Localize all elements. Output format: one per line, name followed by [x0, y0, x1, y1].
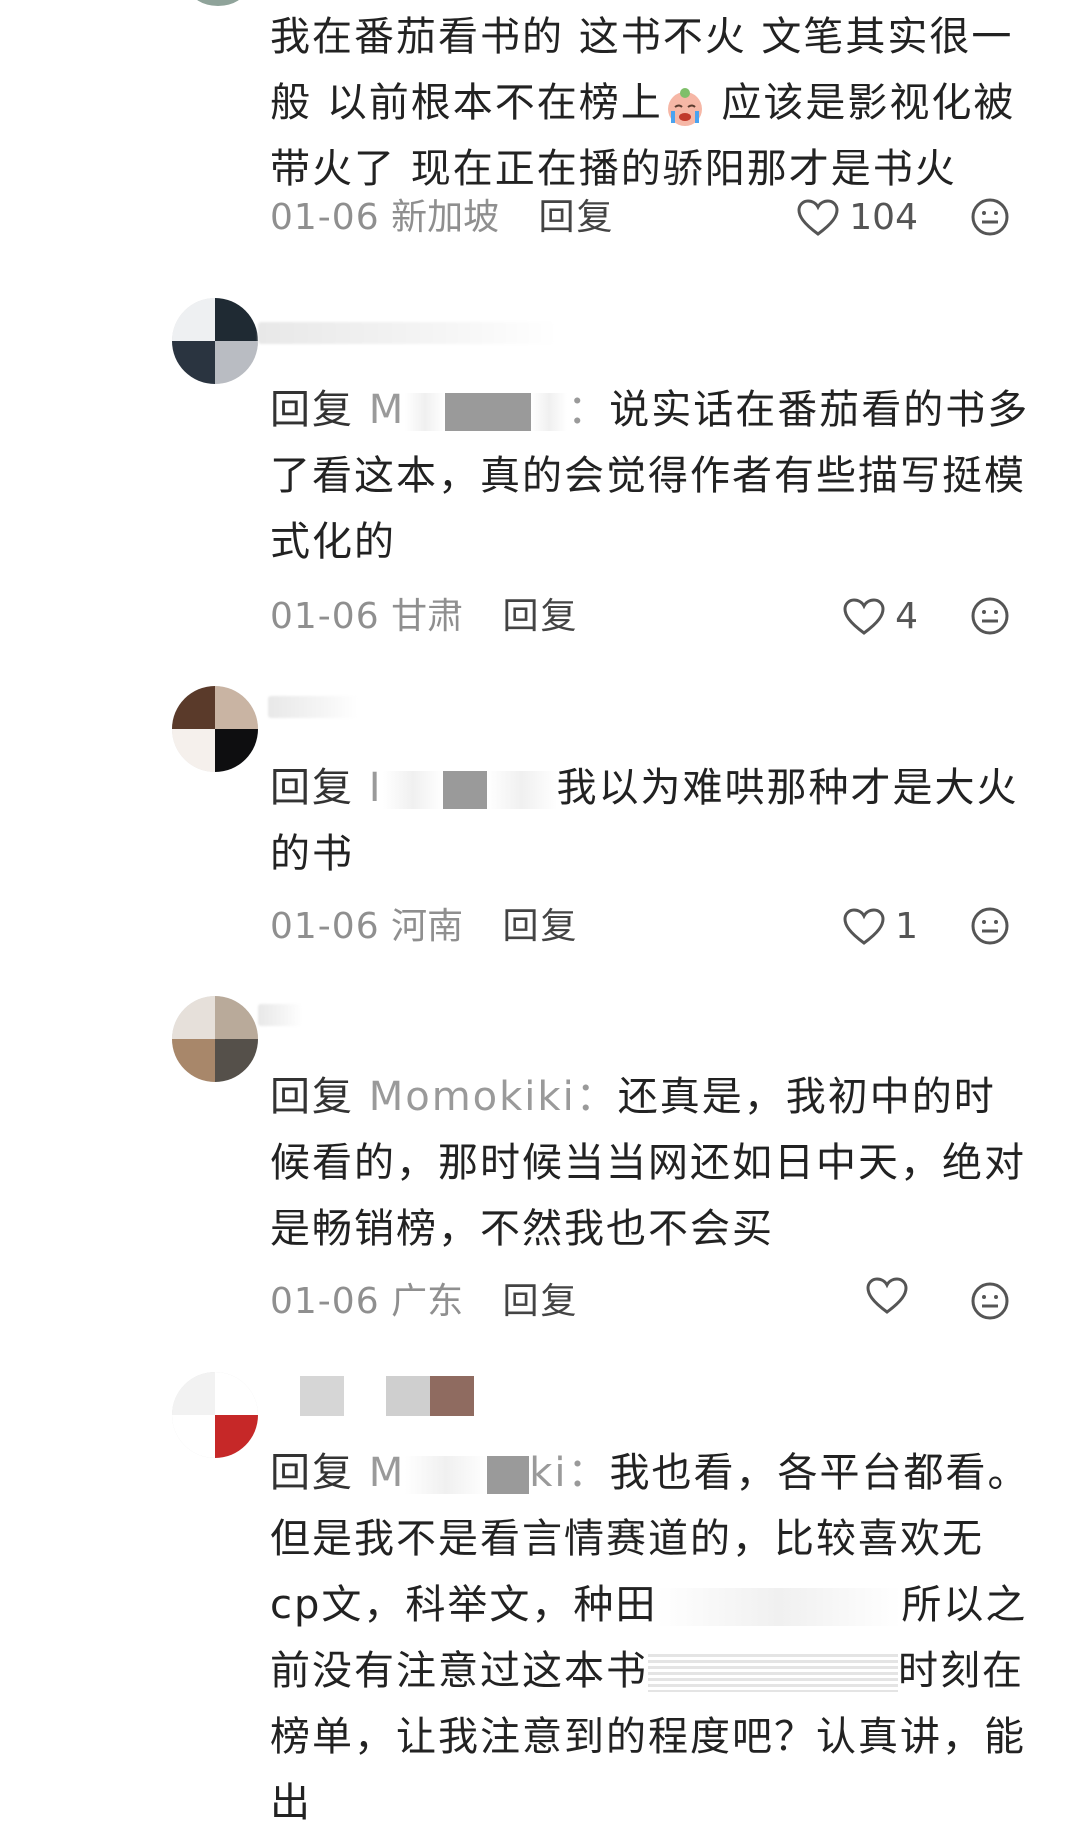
avatar[interactable]	[172, 298, 258, 384]
comment-date: 01-06	[270, 1281, 380, 1322]
comment-location: 河南	[391, 906, 464, 947]
like-button[interactable]: 1	[843, 902, 918, 952]
username-blur-segment	[430, 1376, 474, 1416]
comment-location: 甘肃	[391, 596, 464, 637]
reply-button[interactable]: 回复	[539, 197, 615, 238]
comment-location: 广东	[391, 1281, 464, 1322]
heart-icon	[843, 598, 885, 635]
like-count: 1	[895, 906, 918, 947]
comment-thread: 我在番茄看书的 这书不火 文笔其实很一般 以前根本不在榜上 应该是影视化被带火了…	[0, 0, 1079, 1826]
avatar[interactable]	[172, 1372, 258, 1458]
username[interactable]	[300, 1376, 344, 1416]
comment-date: 01-06	[270, 906, 380, 947]
comment-meta: 01-06 新加坡 回复 104	[270, 193, 1010, 243]
comment-meta: 01-06 广东 回复	[270, 1277, 1010, 1327]
emoji-reaction-icon[interactable]	[970, 197, 1010, 251]
avatar[interactable]	[190, 0, 246, 6]
like-button[interactable]: 104	[797, 193, 918, 243]
username[interactable]	[258, 1004, 302, 1026]
emoji-reaction-icon[interactable]	[970, 1281, 1010, 1335]
like-count: 104	[849, 197, 918, 238]
comment-date: 01-06	[270, 596, 380, 637]
comment-text: 我在番茄看书的 这书不火 文笔其实很一般 以前根本不在榜上 应该是影视化被带火了…	[270, 14, 1016, 192]
like-button[interactable]	[866, 1277, 918, 1315]
username[interactable]	[258, 322, 558, 344]
emoji-reaction-icon[interactable]	[970, 596, 1010, 650]
reply-button[interactable]: 回复	[503, 906, 579, 947]
comment-meta: 01-06 河南 回复 1	[270, 902, 1010, 952]
comment-text: 回复 Mki：我也看，各平台都看。但是我不是看言情赛道的，比较喜欢无cp文，科举…	[270, 1450, 1030, 1826]
avatar[interactable]	[172, 686, 258, 772]
like-button[interactable]: 4	[843, 592, 918, 642]
comment-meta: 01-06 甘肃 回复 4	[270, 592, 1010, 642]
comment-date: 01-06	[270, 197, 380, 238]
comment-text: 回复 I 我以为难哄那种才是大火的书	[270, 765, 1019, 877]
heart-icon	[797, 199, 839, 236]
username[interactable]	[268, 696, 358, 718]
username-blur-segment	[386, 1376, 430, 1416]
heart-icon	[843, 908, 885, 945]
avatar[interactable]	[172, 996, 258, 1082]
reply-button[interactable]: 回复	[503, 1281, 579, 1322]
like-count: 4	[895, 596, 918, 637]
comment-text: 回复 Momokiki：还真是，我初中的时候看的，那时候当当网还如日中天，绝对是…	[270, 1074, 1026, 1252]
comment-location: 新加坡	[391, 197, 500, 238]
emoji-reaction-icon[interactable]	[970, 906, 1010, 960]
crying-emoji-icon	[663, 83, 707, 127]
comment-text: 回复 M ：说实话在番茄看的书多了看这本，真的会觉得作者有些描写挺模式化的	[270, 387, 1030, 565]
reply-button[interactable]: 回复	[503, 596, 579, 637]
heart-icon	[866, 1277, 908, 1314]
